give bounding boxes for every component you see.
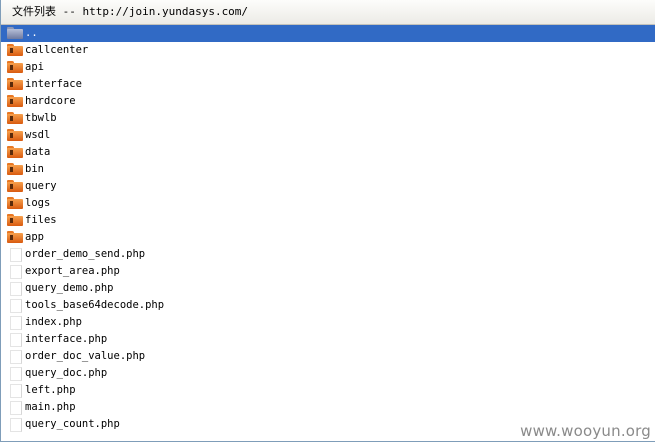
file-icon	[10, 299, 22, 313]
folder-icon	[7, 95, 23, 108]
file-row[interactable]: left.php	[1, 382, 655, 399]
file-row[interactable]: tools_base64decode.php	[1, 297, 655, 314]
file-icon	[10, 367, 22, 381]
folder-row[interactable]: callcenter	[1, 42, 655, 59]
folder-row[interactable]: logs	[1, 195, 655, 212]
entry-name: bin	[25, 163, 44, 175]
file-row[interactable]: order_doc_value.php	[1, 348, 655, 365]
folder-row[interactable]: data	[1, 144, 655, 161]
entry-name: interface.php	[25, 333, 108, 345]
file-row[interactable]: export_area.php	[1, 263, 655, 280]
folder-icon	[7, 214, 23, 227]
file-icon	[10, 350, 22, 364]
folder-icon	[7, 129, 23, 142]
folder-row[interactable]: interface	[1, 76, 655, 93]
folder-row[interactable]: tbwlb	[1, 110, 655, 127]
folder-icon	[7, 231, 23, 244]
entry-name: query_count.php	[25, 418, 120, 430]
folder-icon	[7, 197, 23, 210]
watermark: www.wooyun.org	[520, 422, 651, 440]
entry-name: tools_base64decode.php	[25, 299, 165, 311]
folder-row[interactable]: app	[1, 229, 655, 246]
file-row[interactable]: query_doc.php	[1, 365, 655, 382]
entry-name: wsdl	[25, 129, 51, 141]
file-icon	[10, 401, 22, 415]
file-list-window: 文件列表 -- http://join.yundasys.com/ .. call…	[0, 0, 655, 442]
folder-icon	[7, 61, 23, 74]
parent-folder-icon	[7, 27, 23, 40]
entry-name: main.php	[25, 401, 76, 413]
entry-name: data	[25, 146, 51, 158]
folder-row[interactable]: api	[1, 59, 655, 76]
file-icon	[10, 418, 22, 432]
file-row[interactable]: main.php	[1, 399, 655, 416]
folder-row[interactable]: wsdl	[1, 127, 655, 144]
folder-icon	[7, 180, 23, 193]
entry-name: order_demo_send.php	[25, 248, 146, 260]
entry-name: query_doc.php	[25, 367, 108, 379]
entry-name: index.php	[25, 316, 82, 328]
folder-row[interactable]: hardcore	[1, 93, 655, 110]
folder-row[interactable]: bin	[1, 161, 655, 178]
file-row[interactable]: interface.php	[1, 331, 655, 348]
entry-name: query_demo.php	[25, 282, 114, 294]
file-row[interactable]: order_demo_send.php	[1, 246, 655, 263]
window-title: 文件列表 -- http://join.yundasys.com/	[1, 0, 655, 25]
entry-name: ..	[25, 27, 38, 39]
folder-row[interactable]: query	[1, 178, 655, 195]
entry-name: api	[25, 61, 44, 73]
entry-name: hardcore	[25, 95, 76, 107]
file-icon	[10, 333, 22, 347]
file-list[interactable]: .. callcenter api interface hardcore tbwlb wsd…	[1, 25, 655, 433]
folder-icon	[7, 163, 23, 176]
file-icon	[10, 248, 22, 262]
entry-name: app	[25, 231, 44, 243]
entry-name: files	[25, 214, 57, 226]
entry-name: order_doc_value.php	[25, 350, 146, 362]
folder-row[interactable]: ..	[1, 25, 655, 42]
entry-name: query	[25, 180, 57, 192]
file-icon	[10, 282, 22, 296]
entry-name: callcenter	[25, 44, 89, 56]
entry-name: logs	[25, 197, 51, 209]
entry-name: export_area.php	[25, 265, 120, 277]
entry-name: interface	[25, 78, 82, 90]
folder-icon	[7, 146, 23, 159]
folder-icon	[7, 112, 23, 125]
folder-icon	[7, 78, 23, 91]
folder-icon	[7, 44, 23, 57]
file-icon	[10, 384, 22, 398]
file-icon	[10, 316, 22, 330]
file-icon	[10, 265, 22, 279]
file-row[interactable]: query_demo.php	[1, 280, 655, 297]
entry-name: left.php	[25, 384, 76, 396]
file-row[interactable]: index.php	[1, 314, 655, 331]
folder-row[interactable]: files	[1, 212, 655, 229]
entry-name: tbwlb	[25, 112, 57, 124]
